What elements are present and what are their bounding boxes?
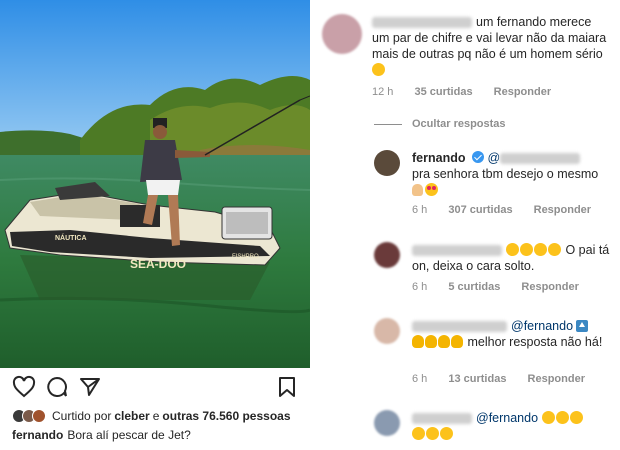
heart-eyes-emoji-icon [425, 183, 438, 196]
comments-panel: um fernando merece um par de chifre e va… [310, 0, 620, 450]
avatar[interactable] [374, 318, 400, 344]
comment-username[interactable]: fernando [412, 151, 465, 165]
hide-replies-button[interactable]: Ocultar respostas [412, 118, 506, 130]
laughing-emoji-icon [426, 427, 439, 440]
laughing-emoji-icon [569, 411, 583, 424]
blurred-username[interactable] [412, 245, 502, 257]
laughing-emoji-icon [506, 243, 519, 256]
reply-button[interactable]: Responder [494, 86, 551, 98]
laughing-emoji-icon [534, 243, 547, 256]
likes-summary[interactable]: Curtido por cleber e outras 76.560 pesso… [12, 406, 310, 426]
jetski-side: FISHPRO [232, 254, 259, 260]
comment-text: melhor resposta não há! [467, 335, 603, 349]
blurred-username[interactable] [412, 321, 507, 333]
clapping-hands-icon [451, 335, 463, 348]
post-photo[interactable]: SEA-DOO FISHPRO NÁUTICA [0, 0, 310, 368]
comment-meta: 6 h 307 curtidas Responder [412, 204, 609, 216]
comment-text: pra senhora tbm desejo o mesmo [412, 167, 599, 181]
share-icon[interactable] [78, 375, 102, 399]
comment-likes[interactable]: 307 curtidas [448, 204, 512, 216]
mention[interactable]: @fernando [511, 319, 573, 333]
comment-time: 6 h [412, 204, 428, 216]
post-actions [0, 368, 310, 406]
avatar[interactable] [374, 242, 400, 268]
laughing-emoji-icon [520, 243, 533, 256]
avatar [32, 409, 46, 423]
caption-username[interactable]: fernando [12, 428, 63, 442]
comment-icon[interactable] [45, 375, 69, 399]
laughing-emoji-icon [440, 427, 453, 440]
praying-hands-icon [412, 184, 423, 196]
heart-icon[interactable] [12, 375, 36, 399]
bookmark-icon[interactable] [275, 375, 299, 399]
comment-meta: 6 h 13 curtidas Responder [412, 373, 603, 385]
sad-emoji-icon [372, 63, 385, 76]
clapping-hands-icon [412, 335, 424, 348]
clapping-hands-icon [425, 335, 437, 348]
comment-likes[interactable]: 13 curtidas [448, 373, 506, 385]
laughing-emoji-icon [555, 411, 569, 424]
comment-body: @fernando [412, 410, 612, 442]
liked-by-others[interactable]: outras 76.560 pessoas [162, 409, 290, 423]
laughing-emoji-icon [412, 427, 425, 440]
liked-by-user[interactable]: cleber [114, 409, 149, 423]
liked-by-and: e [152, 409, 160, 423]
avatar[interactable] [374, 410, 400, 436]
laughing-emoji-icon [548, 243, 561, 256]
mention[interactable]: @fernando [476, 411, 538, 425]
comment-likes[interactable]: 35 curtidas [414, 86, 472, 98]
comment-body: @fernando melhor resposta não há! [412, 318, 612, 350]
mention[interactable]: @ [487, 151, 500, 165]
jetski-brand: SEA-DOO [130, 257, 186, 271]
avatar[interactable] [322, 14, 362, 54]
comment-meta: 6 h 5 curtidas Responder [412, 281, 597, 293]
clapping-hands-icon [438, 335, 450, 348]
post-panel: SEA-DOO FISHPRO NÁUTICA Curtido por cleb… [0, 0, 310, 450]
comment-meta: 12 h 35 curtidas Responder [372, 86, 569, 98]
liker-avatars [12, 409, 46, 423]
comment-time: 6 h [412, 373, 428, 385]
jetski-photo: SEA-DOO FISHPRO NÁUTICA [0, 0, 310, 368]
verified-badge-icon [472, 151, 485, 163]
caption-text: Bora alí pescar de Jet? [67, 428, 191, 442]
comment-body: fernando @ pra senhora tbm desejo o mesmo [412, 150, 612, 198]
blurred-username[interactable] [372, 17, 472, 29]
comment-body: O pai tá on, deixa o cara solto. [412, 242, 612, 274]
comment-likes[interactable]: 5 curtidas [448, 281, 500, 293]
divider [374, 124, 402, 125]
reply-button[interactable]: Responder [528, 373, 585, 385]
laughing-emoji-icon [541, 411, 555, 424]
blurred-username[interactable] [412, 413, 472, 425]
post-caption: fernando Bora alí pescar de Jet? [12, 428, 191, 442]
comment-time: 12 h [372, 86, 394, 98]
blurred-username[interactable] [500, 153, 581, 165]
reply-button[interactable]: Responder [521, 281, 578, 293]
up-arrow-icon [576, 320, 589, 332]
liked-by-prefix: Curtido por [52, 409, 112, 423]
comment-time: 6 h [412, 281, 428, 293]
reply-button[interactable]: Responder [534, 204, 591, 216]
avatar[interactable] [374, 150, 400, 176]
comment-body: um fernando merece um par de chifre e va… [372, 14, 612, 78]
jetski-label: NÁUTICA [55, 233, 87, 242]
